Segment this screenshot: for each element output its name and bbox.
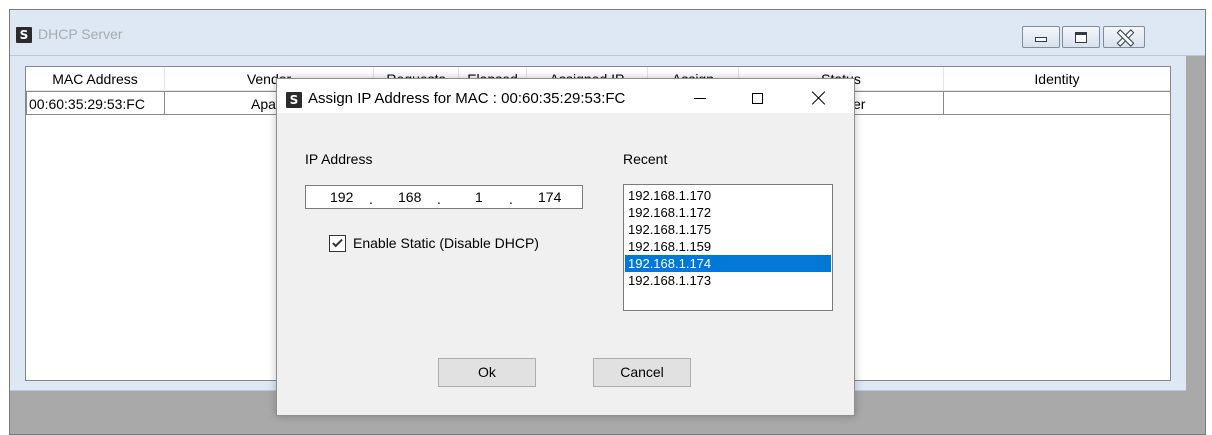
ok-button[interactable]: Ok (438, 358, 536, 387)
cancel-button[interactable]: Cancel (593, 358, 691, 387)
dialog-close-button[interactable] (796, 79, 842, 113)
dialog-title: Assign IP Address for MAC : 00:60:35:29:… (308, 90, 626, 107)
ip-octet-3[interactable]: 1 (475, 189, 483, 205)
minimize-icon (1035, 37, 1047, 42)
ip-separator: . (369, 191, 373, 207)
ip-address-label: IP Address (305, 151, 373, 167)
list-item[interactable]: 192.168.1.170 (625, 187, 831, 204)
enable-static-label[interactable]: Enable Static (Disable DHCP) (353, 235, 539, 251)
column-identity[interactable]: Identity (944, 67, 1170, 91)
ip-separator: . (437, 191, 441, 207)
cell-identity (944, 91, 1171, 115)
list-item[interactable]: 192.168.1.173 (625, 272, 831, 289)
maximize-button[interactable] (1062, 26, 1100, 48)
ip-separator: . (509, 191, 513, 207)
ip-address-input[interactable]: 192 . 168 . 1 . 174 (305, 185, 583, 209)
ip-octet-1[interactable]: 192 (330, 189, 353, 205)
assign-ip-dialog: S Assign IP Address for MAC : 00:60:35:2… (276, 78, 855, 416)
minimize-icon (694, 97, 706, 99)
recent-label: Recent (623, 151, 668, 167)
list-item[interactable]: 192.168.1.159 (625, 238, 831, 255)
dialog-minimize-button[interactable] (677, 79, 723, 113)
checkmark-icon (332, 236, 343, 248)
s-app-icon: S (16, 27, 32, 43)
main-window-title: DHCP Server (38, 26, 123, 42)
main-titlebar[interactable]: S DHCP Server (10, 10, 1205, 56)
close-button[interactable] (1103, 26, 1145, 48)
close-icon (812, 91, 826, 105)
maximize-icon (1075, 31, 1087, 43)
s-app-icon: S (286, 92, 302, 108)
list-item-selected[interactable]: 192.168.1.174 (625, 255, 831, 272)
dialog-titlebar[interactable]: S Assign IP Address for MAC : 00:60:35:2… (277, 79, 854, 113)
list-item[interactable]: 192.168.1.175 (625, 221, 831, 238)
recent-ip-list[interactable]: 192.168.1.170 192.168.1.172 192.168.1.17… (623, 184, 833, 311)
cell-mac-address: 00:60:35:29:53:FC (26, 91, 165, 115)
checkbox-box[interactable] (329, 235, 346, 252)
minimize-button[interactable] (1022, 26, 1060, 48)
dialog-maximize-button[interactable] (734, 79, 780, 113)
maximize-icon (751, 92, 763, 104)
column-mac-address[interactable]: MAC Address (26, 67, 165, 91)
ip-octet-4[interactable]: 174 (538, 189, 561, 205)
list-item[interactable]: 192.168.1.172 (625, 204, 831, 221)
close-icon (1116, 29, 1132, 45)
ip-octet-2[interactable]: 168 (398, 189, 421, 205)
